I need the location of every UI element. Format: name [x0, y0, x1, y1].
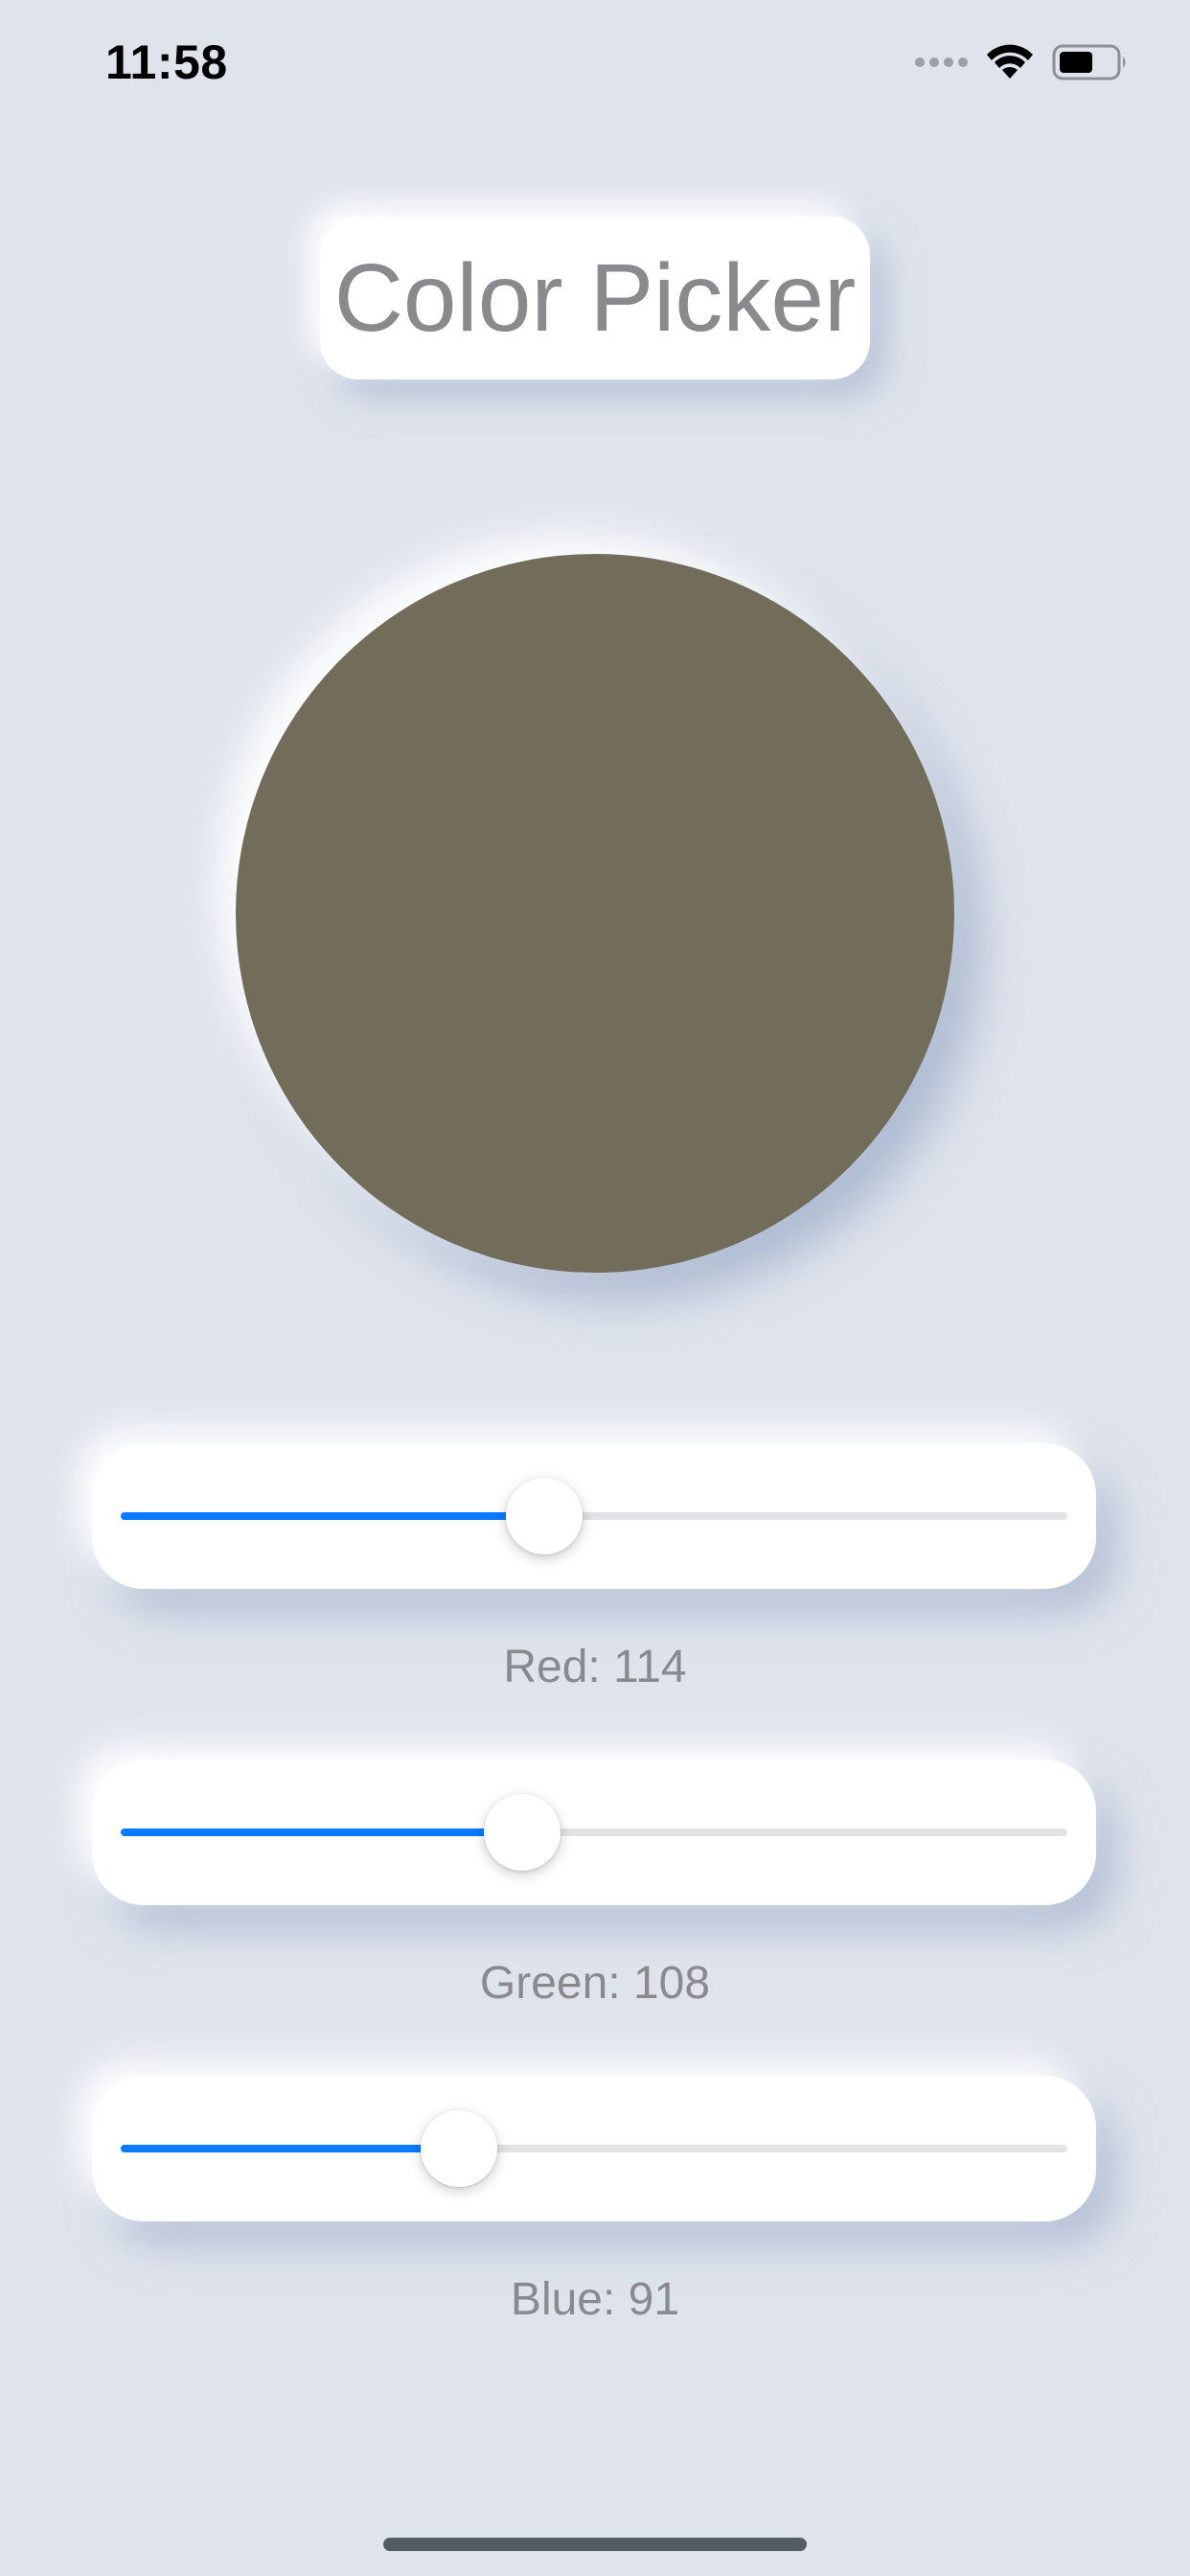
title-card: Color Picker: [320, 217, 870, 380]
green-slider-fill: [121, 1828, 522, 1836]
color-preview-circle: [236, 554, 954, 1273]
status-time: 11:58: [105, 35, 228, 89]
red-slider[interactable]: [92, 1443, 1096, 1589]
red-slider-track[interactable]: [121, 1512, 1067, 1520]
blue-slider[interactable]: [92, 2076, 1096, 2221]
blue-value-label: Blue: 91: [510, 2274, 680, 2325]
green-slider-track[interactable]: [121, 1828, 1067, 1836]
status-icons: [915, 44, 1129, 80]
battery-icon: [1052, 44, 1126, 80]
red-slider-thumb[interactable]: [505, 1478, 583, 1554]
cellular-signal-icon: [915, 58, 968, 67]
wifi-icon: [987, 44, 1033, 79]
blue-slider-track[interactable]: [121, 2145, 1067, 2152]
green-slider[interactable]: [92, 1760, 1096, 1905]
page-title: Color Picker: [333, 243, 857, 352]
blue-slider-thumb[interactable]: [420, 2110, 497, 2187]
red-slider-fill: [121, 1512, 544, 1520]
green-slider-thumb[interactable]: [483, 1794, 561, 1871]
red-value-label: Red: 114: [503, 1642, 687, 1692]
home-indicator[interactable]: [383, 2538, 807, 2551]
blue-slider-fill: [121, 2145, 459, 2152]
green-value-label: Green: 108: [479, 1958, 711, 2009]
